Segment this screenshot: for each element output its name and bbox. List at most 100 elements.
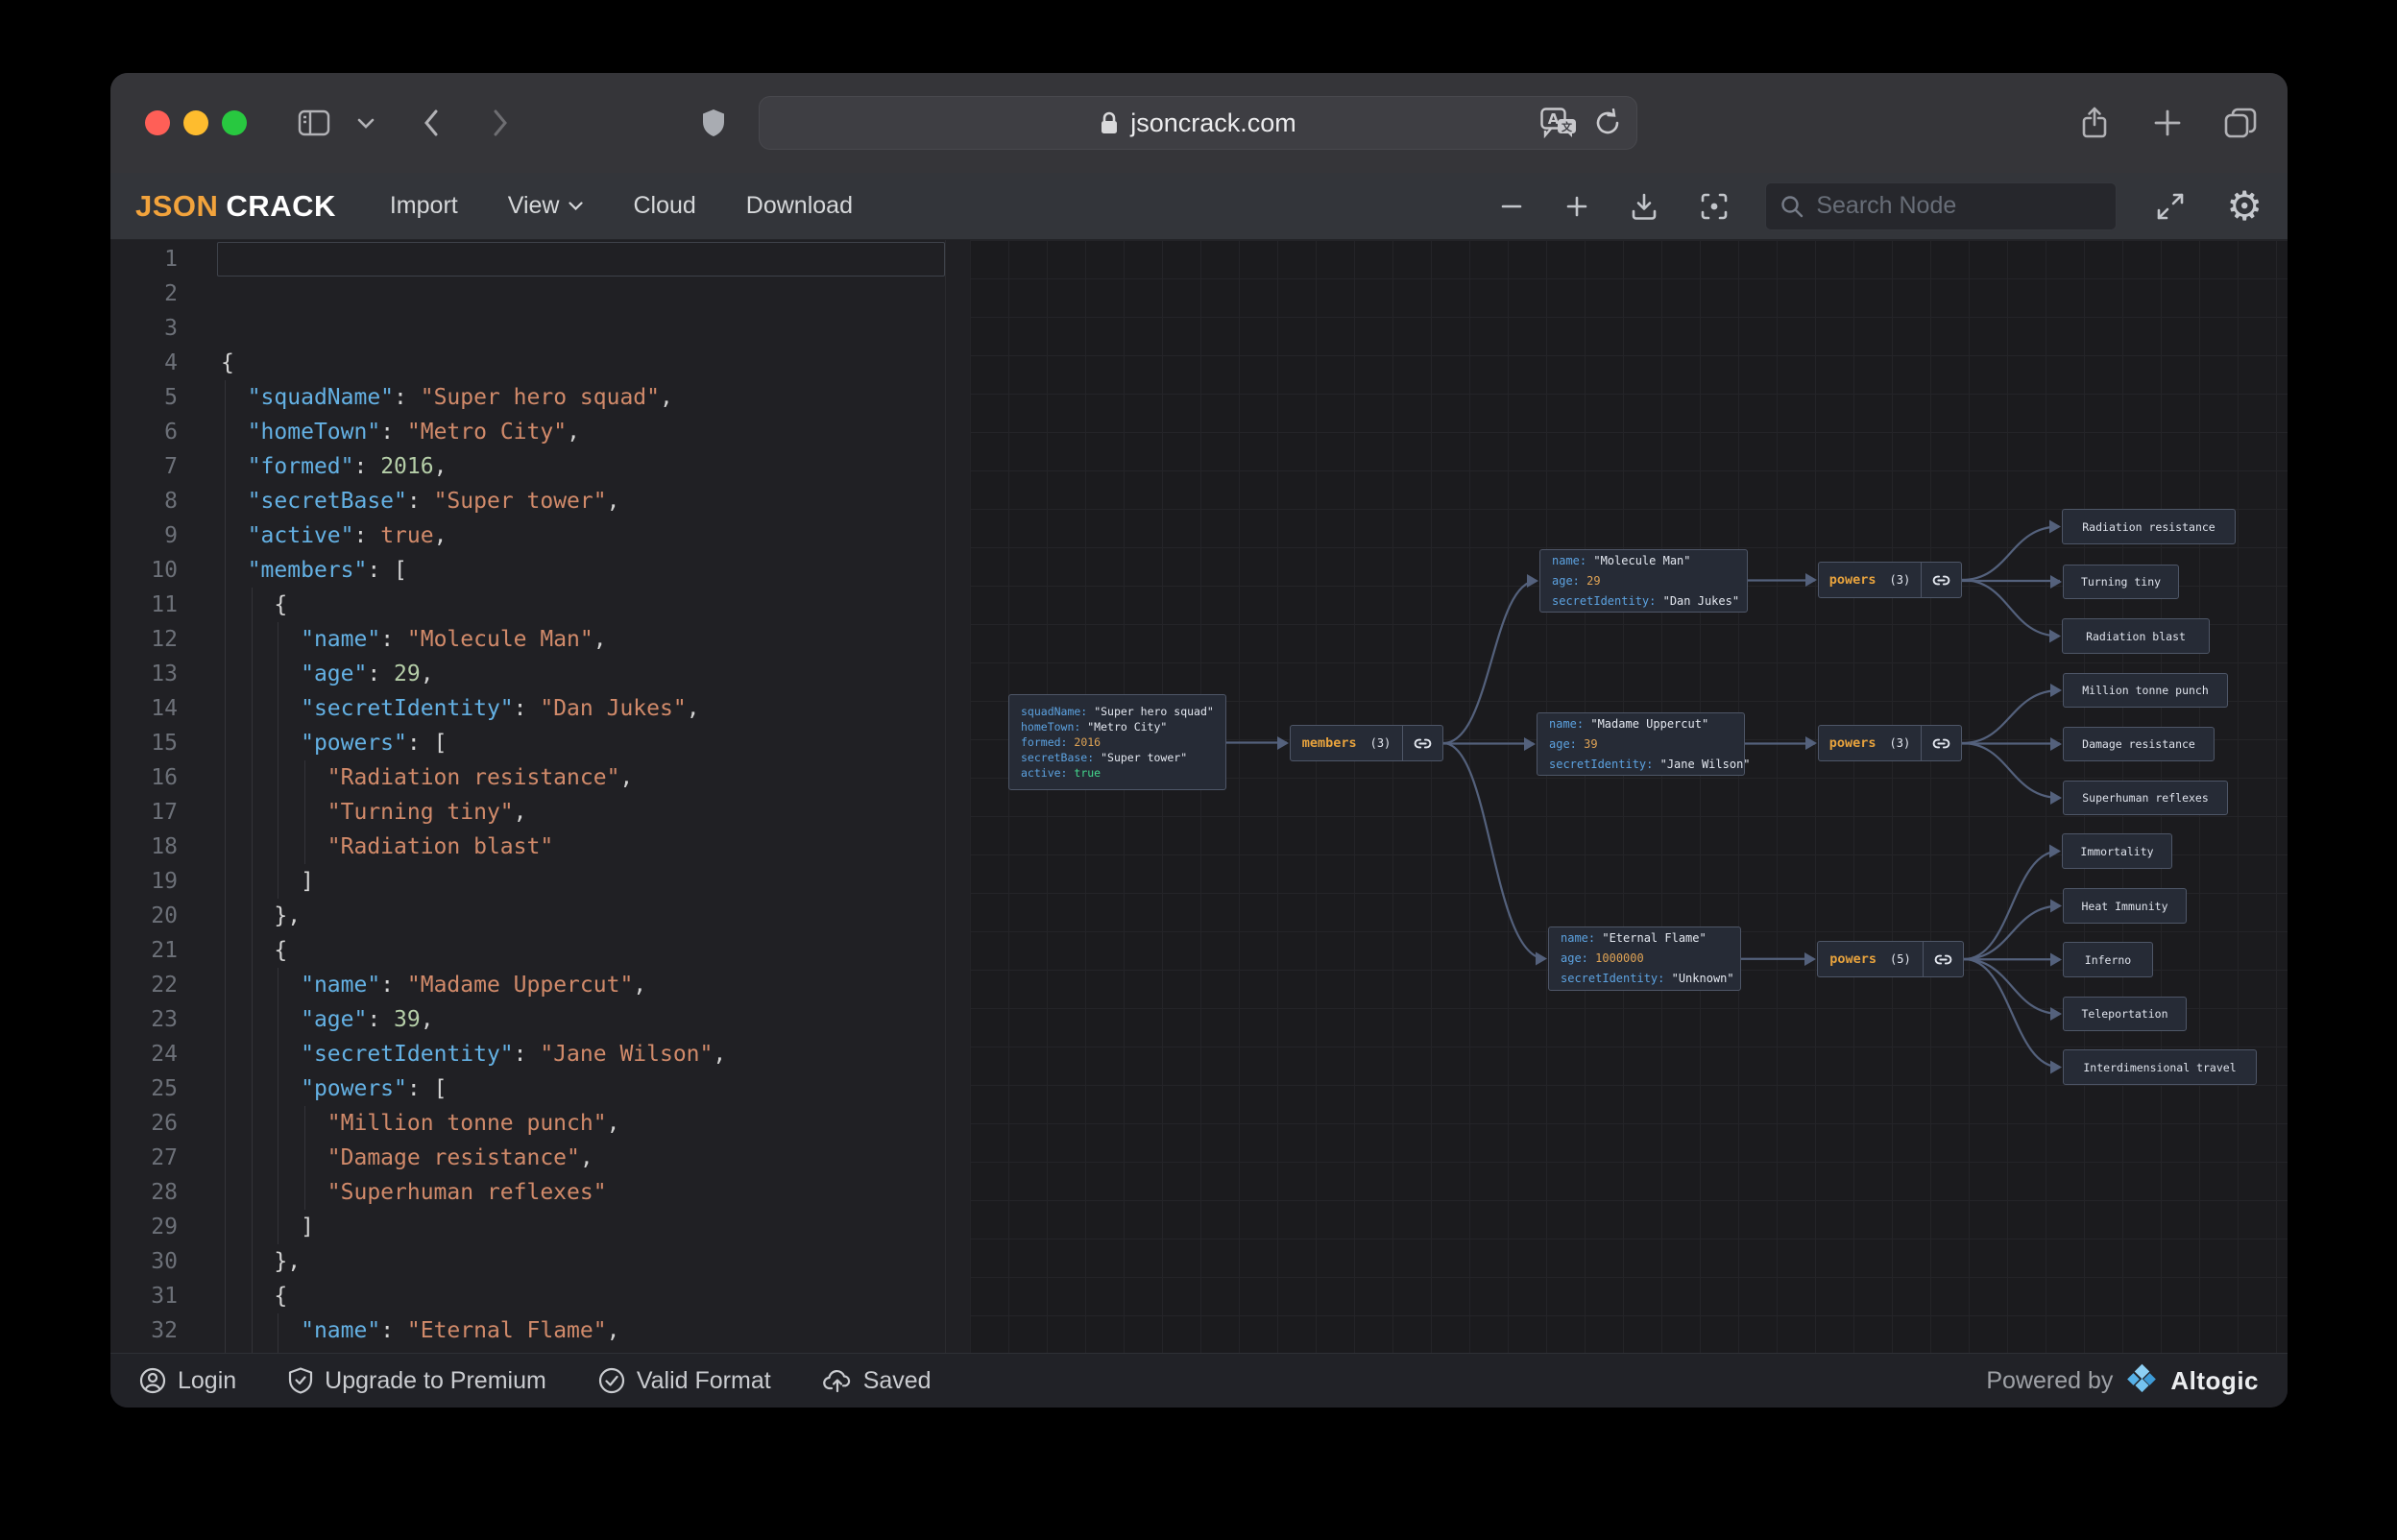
line-number: 16 (151, 765, 178, 790)
code-line[interactable]: "powers": [ (221, 1071, 945, 1106)
graph-node-leaf8[interactable]: Heat Immunity (2063, 888, 2187, 924)
code-line[interactable]: "Superhuman reflexes" (221, 1175, 945, 1210)
expand-link-icon[interactable] (1402, 726, 1442, 760)
code-line[interactable]: "Radiation blast" (221, 830, 945, 864)
code-line[interactable]: }, (221, 899, 945, 933)
fullscreen-icon[interactable] (2155, 191, 2186, 222)
leaf-node-label: Radiation resistance (2082, 519, 2215, 534)
editor-code[interactable]: { "squadName": "Super hero squad", "home… (178, 240, 945, 1353)
code-line[interactable]: { (221, 933, 945, 968)
graph-node-members[interactable]: members (3) (1290, 725, 1443, 761)
graph-node-molecule[interactable]: name: "Molecule Man" age: 29 secretIdentit… (1539, 549, 1748, 613)
menu-cloud[interactable]: Cloud (633, 192, 695, 220)
translate-icon[interactable]: A 文 (1540, 108, 1577, 138)
line-number: 24 (151, 1042, 178, 1067)
code-line[interactable]: { (221, 588, 945, 622)
code-line[interactable]: "formed": 2016, (221, 449, 945, 484)
code-line[interactable]: { (221, 1279, 945, 1313)
zoom-window-button[interactable] (222, 110, 247, 135)
leaf-node-label: Radiation blast (2086, 629, 2186, 643)
code-line[interactable]: "homeTown": "Metro City", (221, 415, 945, 449)
menu-view[interactable]: View (508, 192, 584, 220)
code-line[interactable]: "name": "Eternal Flame", (221, 1313, 945, 1348)
expand-link-icon[interactable] (1921, 726, 1961, 760)
browser-window: jsoncrack.com A 文 JSON CRACK Import View… (110, 73, 2288, 1408)
graph-node-leaf4[interactable]: Million tonne punch (2063, 673, 2228, 708)
code-line[interactable]: "secretIdentity": "Dan Jukes", (221, 691, 945, 726)
code-line[interactable]: "powers": [ (221, 726, 945, 760)
privacy-shield-icon[interactable] (694, 73, 733, 173)
jsoncrack-logo[interactable]: JSON CRACK (135, 189, 336, 224)
zoom-in-button[interactable] (1565, 195, 1588, 218)
graph-node-leaf5[interactable]: Damage resistance (2063, 727, 2215, 761)
close-window-button[interactable] (145, 110, 170, 135)
saved-status[interactable]: Saved (822, 1367, 932, 1395)
sidebar-toggle-icon[interactable] (295, 73, 333, 173)
code-line[interactable]: "Turning tiny", (221, 795, 945, 830)
gear-icon[interactable]: ⚙ (2226, 185, 2263, 227)
graph-node-root[interactable]: squadName: "Super hero squad" homeTown: "… (1008, 694, 1226, 790)
code-line[interactable]: "secretBase": "Super tower", (221, 484, 945, 518)
code-line[interactable]: { (221, 346, 945, 380)
download-image-button[interactable] (1631, 192, 1658, 221)
code-line[interactable]: "Million tonne punch", (221, 1106, 945, 1141)
back-button[interactable] (414, 73, 448, 173)
center-view-button[interactable] (1700, 192, 1729, 221)
code-line[interactable]: "age": 29, (221, 657, 945, 691)
graph-node-leaf7[interactable]: Immortality (2062, 833, 2172, 869)
code-line[interactable]: "secretIdentity": "Jane Wilson", (221, 1037, 945, 1071)
node-row: secretIdentity: "Jane Wilson" (1549, 757, 1751, 771)
upgrade-premium-button[interactable]: Upgrade to Premium (288, 1367, 546, 1395)
svg-text:A: A (1548, 110, 1560, 128)
valid-format-status[interactable]: Valid Format (598, 1367, 771, 1395)
search-node-input[interactable] (1816, 192, 2103, 220)
menu-import[interactable]: Import (390, 192, 458, 220)
graph-canvas[interactable]: squadName: "Super hero squad" homeTown: "… (970, 240, 2288, 1353)
code-line[interactable]: }, (221, 1244, 945, 1279)
code-line[interactable]: "age": 39, (221, 1002, 945, 1037)
code-line[interactable]: ] (221, 1210, 945, 1244)
code-line[interactable]: "Radiation resistance", (221, 760, 945, 795)
graph-node-leaf3[interactable]: Radiation blast (2062, 618, 2210, 654)
code-line[interactable]: ] (221, 864, 945, 899)
graph-node-leaf11[interactable]: Interdimensional travel (2063, 1049, 2257, 1085)
expand-link-icon[interactable] (1921, 563, 1961, 597)
url-bar[interactable]: jsoncrack.com A 文 (759, 96, 1637, 150)
graph-node-madame[interactable]: name: "Madame Uppercut" age: 39 secretIden… (1537, 712, 1751, 776)
reload-icon[interactable] (1594, 108, 1621, 137)
forward-button[interactable] (483, 73, 518, 173)
login-button[interactable]: Login (139, 1367, 236, 1395)
search-node-box[interactable] (1765, 181, 2118, 230)
menu-download[interactable]: Download (746, 192, 853, 220)
zoom-out-button[interactable] (1500, 195, 1523, 218)
graph-node-leaf9[interactable]: Inferno (2063, 942, 2153, 977)
graph-node-powers2[interactable]: powers (3) (1818, 725, 1962, 761)
expand-link-icon[interactable] (1923, 942, 1963, 976)
code-line[interactable]: "squadName": "Super hero squad", (221, 380, 945, 415)
array-node-count: (5) (1890, 952, 1911, 966)
code-line[interactable]: "name": "Madame Uppercut", (221, 968, 945, 1002)
code-line[interactable]: "Damage resistance", (221, 1141, 945, 1175)
line-number: 17 (151, 800, 178, 825)
leaf-node-label: Turning tiny (2080, 575, 2162, 589)
graph-node-leaf1[interactable]: Radiation resistance (2062, 509, 2236, 544)
tabs-overview-icon[interactable] (2219, 73, 2262, 173)
graph-node-powers1[interactable]: powers (3) (1818, 562, 1962, 598)
graph-node-eternal[interactable]: name: "Eternal Flame" age: 1000000 secretI… (1548, 926, 1741, 991)
code-line[interactable]: "name": "Molecule Man", (221, 622, 945, 657)
json-editor[interactable]: 1 2 3 4 5 6 7 8 9 10 11 12 13 14 15 16 17 18 19 20 21 22 23 24 2… (110, 240, 945, 1353)
leaf-node-label: Interdimensional travel (2083, 1060, 2237, 1074)
code-line[interactable]: "members": [ (221, 553, 945, 588)
graph-node-leaf10[interactable]: Teleportation (2063, 997, 2187, 1031)
code-line[interactable]: "age": 1000000, (221, 1348, 945, 1353)
graph-node-leaf6[interactable]: Superhuman reflexes (2063, 781, 2228, 815)
line-number: 6 (164, 420, 178, 445)
code-line[interactable]: "active": true, (221, 518, 945, 553)
graph-node-powers3[interactable]: powers (5) (1817, 941, 1964, 977)
editor-scrollbar[interactable] (945, 240, 970, 1353)
chevron-down-icon[interactable] (352, 73, 379, 173)
graph-node-leaf2[interactable]: Turning tiny (2063, 565, 2179, 599)
share-icon[interactable] (2075, 73, 2114, 173)
new-tab-icon[interactable] (2148, 73, 2187, 173)
minimize-window-button[interactable] (183, 110, 208, 135)
